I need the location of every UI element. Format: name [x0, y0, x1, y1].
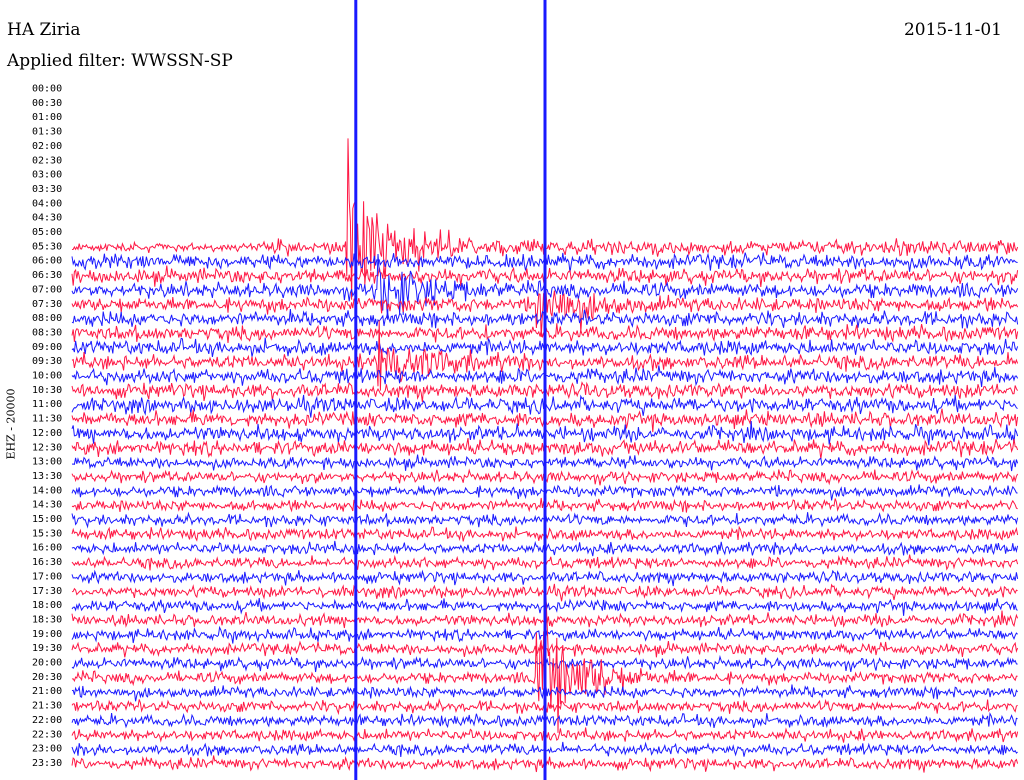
helicorder-plot: 00:00 00:30 01:00 01:30 02:00 02:30 03:00 03:30… [32, 0, 1019, 780]
time-tick-label: 06:30 [32, 270, 62, 281]
time-tick-label: 07:00 [32, 284, 62, 295]
time-tick-label: 19:30 [32, 643, 62, 654]
time-tick-label: 01:00 [32, 112, 62, 123]
time-tick-label: 21:00 [32, 686, 62, 697]
time-tick-label: 23:30 [32, 758, 62, 769]
helicorder-page: HA Ziria 2015-11-01 Applied filter: WWSS… [0, 0, 1024, 780]
time-tick-label: 04:30 [32, 213, 62, 224]
time-tick-label: 00:00 [32, 84, 62, 95]
time-tick-label: 21:30 [32, 701, 62, 712]
time-tick-label: 10:00 [32, 371, 62, 382]
time-tick-label: 17:00 [32, 571, 62, 582]
time-tick-label: 06:00 [32, 256, 62, 267]
time-tick-label: 05:00 [32, 227, 62, 238]
time-tick-label: 10:30 [32, 385, 62, 396]
time-tick-label: 13:30 [32, 471, 62, 482]
time-tick-label: 23:00 [32, 744, 62, 755]
time-tick-label: 08:00 [32, 313, 62, 324]
time-tick-label: 12:00 [32, 428, 62, 439]
time-tick-label: 12:30 [32, 442, 62, 453]
time-tick-label: 09:30 [32, 356, 62, 367]
time-tick-label: 08:30 [32, 327, 62, 338]
time-tick-label: 22:00 [32, 715, 62, 726]
time-tick-label: 20:00 [32, 658, 62, 669]
time-tick-label: 00:30 [32, 98, 62, 109]
time-tick-label: 03:00 [32, 170, 62, 181]
time-tick-label: 02:00 [32, 141, 62, 152]
time-tick-label: 04:00 [32, 198, 62, 209]
time-tick-label: 02:30 [32, 155, 62, 166]
time-tick-label: 15:00 [32, 514, 62, 525]
time-tick-label: 05:30 [32, 241, 62, 252]
time-tick-label: 15:30 [32, 528, 62, 539]
time-tick-label: 14:30 [32, 500, 62, 511]
time-tick-label: 11:30 [32, 414, 62, 425]
time-tick-label: 07:30 [32, 299, 62, 310]
time-tick-label: 22:30 [32, 729, 62, 740]
time-tick-label: 09:00 [32, 342, 62, 353]
time-tick-label: 13:00 [32, 457, 62, 468]
time-tick-label: 11:00 [32, 399, 62, 410]
time-tick-label: 17:30 [32, 586, 62, 597]
time-tick-label: 20:30 [32, 672, 62, 683]
time-tick-label: 16:00 [32, 543, 62, 554]
time-tick-label: 03:30 [32, 184, 62, 195]
time-tick-label: 16:30 [32, 557, 62, 568]
time-tick-label: 18:00 [32, 600, 62, 611]
time-tick-label: 19:00 [32, 629, 62, 640]
time-tick-label: 14:00 [32, 485, 62, 496]
time-tick-label: 01:30 [32, 127, 62, 138]
time-tick-label: 18:30 [32, 614, 62, 625]
